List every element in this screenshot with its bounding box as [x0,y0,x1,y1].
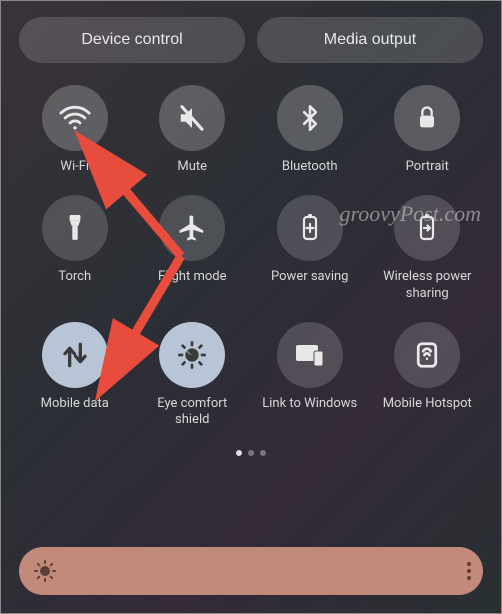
tile-label: Eye comfort shield [142,396,242,429]
tile-label: Wi-Fi [60,159,89,175]
tile-portrait[interactable]: Portrait [374,85,482,175]
tile-eye-comfort[interactable]: Eye comfort shield [139,322,247,429]
tile-label: Bluetooth [282,159,338,175]
eye-comfort-icon [159,322,225,388]
torch-icon [42,195,108,261]
tile-label: Wireless power sharing [377,269,477,302]
airplane-icon [159,195,225,261]
wifi-icon [42,85,108,151]
tile-wireless-power-sharing[interactable]: Wireless power sharing [374,195,482,302]
tile-power-saving[interactable]: Power saving [256,195,364,302]
media-output-button[interactable]: Media output [257,17,483,63]
pager-dot [260,450,266,456]
tile-label: Torch [58,269,91,285]
device-control-button[interactable]: Device control [19,17,245,63]
brightness-more-button[interactable] [467,562,471,580]
top-button-row: Device control Media output [19,17,483,63]
data-arrows-icon [42,322,108,388]
mute-icon [159,85,225,151]
tile-wifi[interactable]: Wi-Fi [21,85,129,175]
brightness-slider[interactable] [19,547,483,595]
tile-label: Portrait [406,159,449,175]
bluetooth-icon [277,85,343,151]
sun-icon [33,559,57,583]
tile-label: Flight mode [158,269,227,285]
page-indicator[interactable] [19,450,483,456]
hotspot-icon [394,322,460,388]
tile-label: Power saving [271,269,348,285]
tile-label: Link to Windows [262,396,357,412]
tile-link-to-windows[interactable]: Link to Windows [256,322,364,429]
tile-torch[interactable]: Torch [21,195,129,302]
tile-label: Mobile data [41,396,109,412]
lock-icon [394,85,460,151]
battery-share-icon [394,195,460,261]
battery-icon [277,195,343,261]
tile-label: Mute [177,159,207,175]
tile-mobile-hotspot[interactable]: Mobile Hotspot [374,322,482,429]
tile-mute[interactable]: Mute [139,85,247,175]
tile-flight-mode[interactable]: Flight mode [139,195,247,302]
pager-dot [248,450,254,456]
pager-dot [236,450,242,456]
tile-bluetooth[interactable]: Bluetooth [256,85,364,175]
tile-mobile-data[interactable]: Mobile data [21,322,129,429]
quick-settings-grid: Wi-Fi Mute Bluetooth [19,81,483,432]
windows-link-icon [277,322,343,388]
tile-label: Mobile Hotspot [383,396,472,412]
